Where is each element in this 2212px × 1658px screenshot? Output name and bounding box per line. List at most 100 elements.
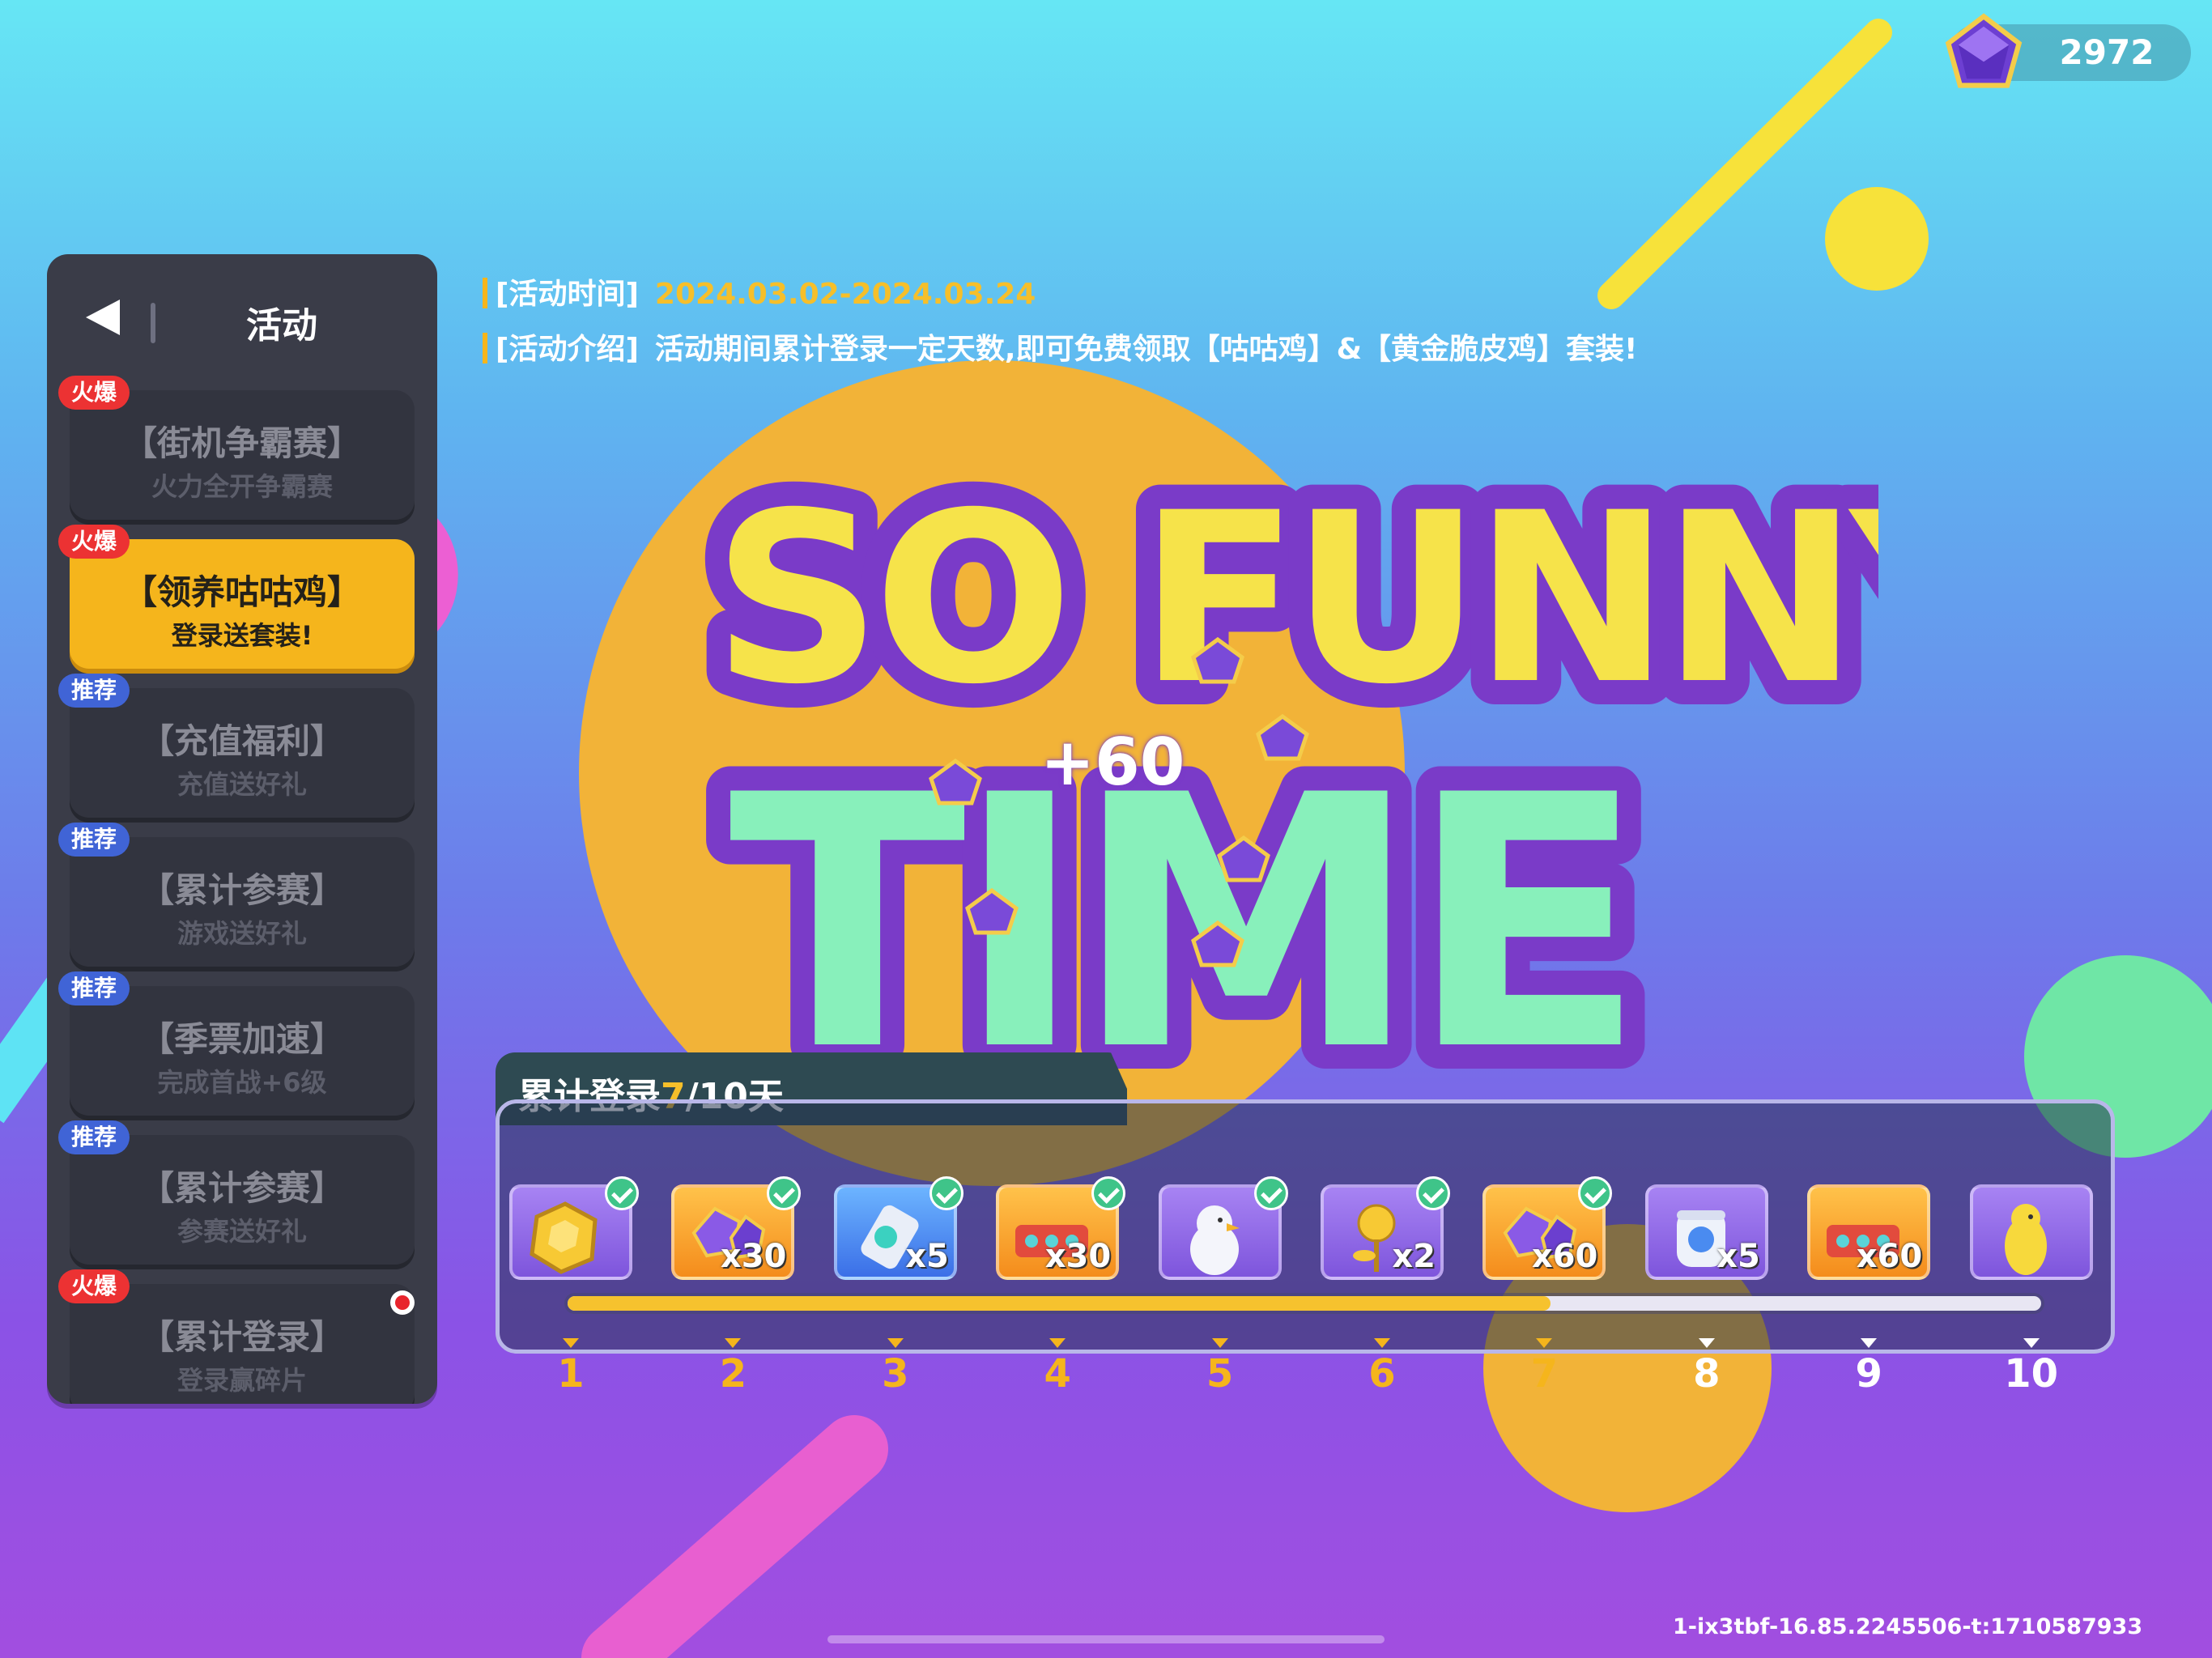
reward-quantity: x30 bbox=[1044, 1238, 1112, 1275]
marker-triangle bbox=[1374, 1338, 1390, 1348]
reward-popup-text: +60 bbox=[1040, 725, 1185, 800]
marker-triangle bbox=[725, 1338, 742, 1348]
claimed-check-icon bbox=[605, 1176, 639, 1210]
purple-gem-icon bbox=[1945, 13, 2023, 88]
golden-chicken-icon bbox=[2004, 1204, 2047, 1275]
reward-quantity: x2 bbox=[1392, 1238, 1436, 1275]
reward-card-day-2[interactable]: x30 bbox=[671, 1176, 802, 1280]
white-chicken-icon bbox=[1189, 1205, 1240, 1275]
item-title: 【季票加速】 bbox=[139, 1019, 344, 1059]
day-number: 7 bbox=[1530, 1351, 1559, 1397]
reward-card-day-8[interactable]: x5 bbox=[1644, 1184, 1768, 1280]
currency-amount: 2972 bbox=[2059, 32, 2155, 72]
reward-card-day-1[interactable] bbox=[509, 1176, 639, 1280]
day-marker-2: 2 bbox=[700, 1338, 765, 1397]
sidebar-item-3[interactable]: 推荐 【累计参赛】 游戏送好礼 bbox=[58, 823, 415, 971]
home-indicator[interactable] bbox=[827, 1635, 1385, 1643]
item-subtitle: 参赛送好礼 bbox=[177, 1216, 307, 1247]
marker-triangle bbox=[1861, 1338, 1878, 1348]
currency-display[interactable]: 2972 bbox=[1945, 13, 2191, 88]
claimed-check-icon bbox=[1416, 1176, 1450, 1210]
day-number: 10 bbox=[2004, 1351, 2058, 1397]
reward-quantity: x30 bbox=[720, 1238, 787, 1275]
pink-streak bbox=[581, 1415, 888, 1658]
marker-triangle bbox=[563, 1338, 579, 1348]
reward-card-day-7[interactable]: x60 bbox=[1482, 1176, 1613, 1280]
day-marker-4: 4 bbox=[1025, 1338, 1090, 1397]
claimed-check-icon bbox=[1578, 1176, 1613, 1210]
marker-triangle bbox=[1211, 1338, 1228, 1348]
day-number: 8 bbox=[1693, 1351, 1721, 1397]
item-title: 【累计参赛】 bbox=[139, 1168, 344, 1208]
item-subtitle: 充值送好礼 bbox=[177, 769, 307, 800]
sidebar-item-2[interactable]: 推荐 【充值福利】 充值送好礼 bbox=[58, 674, 415, 823]
day-number: 5 bbox=[1206, 1351, 1234, 1397]
item-title: 【街机争霸赛】 bbox=[122, 423, 361, 463]
sidebar-item-6[interactable]: 火爆 【累计登录】 登录赢碎片 bbox=[58, 1269, 415, 1404]
sidebar-header: 活动 bbox=[47, 254, 437, 374]
reward-card-day-10[interactable] bbox=[1969, 1184, 2093, 1280]
reward-quantity: x5 bbox=[905, 1238, 949, 1275]
item-badge: 火爆 bbox=[58, 1269, 130, 1303]
panel-body: x30 x5 x30 x2 x60 x5 x60 1 2 3 4 5 6 7 8 9 10 bbox=[496, 1099, 2115, 1397]
reward-quantity: x5 bbox=[1716, 1238, 1760, 1275]
marker-triangle bbox=[1536, 1338, 1553, 1348]
pink-arc bbox=[437, 518, 458, 631]
item-badge: 推荐 bbox=[58, 1120, 130, 1154]
reward-quantity: x60 bbox=[1531, 1238, 1598, 1275]
sidebar-item-0[interactable]: 火爆【街机争霸赛】火力全开争霸赛 bbox=[58, 376, 415, 525]
small-yellow-circle bbox=[1825, 187, 1929, 291]
reward-card-day-6[interactable]: x2 bbox=[1321, 1176, 1450, 1280]
item-badge: 推荐 bbox=[58, 674, 130, 708]
reward-card-day-3[interactable]: x5 bbox=[833, 1176, 963, 1280]
marker-triangle bbox=[1049, 1338, 1066, 1348]
progress-fill bbox=[568, 1296, 1551, 1311]
banner-line1: SO FUNNY bbox=[713, 463, 1878, 736]
reward-card-day-4[interactable]: x30 bbox=[996, 1176, 1126, 1280]
item-badge: 推荐 bbox=[58, 823, 130, 857]
item-badge: 火爆 bbox=[58, 525, 130, 559]
item-badge: 火爆 bbox=[58, 376, 130, 410]
day-marker-5: 5 bbox=[1188, 1338, 1253, 1397]
event-time-line: [活动时间] 2024.03.02-2024.03.24 bbox=[483, 270, 1036, 311]
game-screen: 2972 活动 火爆 【街机争霸赛】 火力全开争霸赛 火爆 【领养咕咕鸡】 登录送套装! 推… bbox=[0, 0, 2212, 1658]
marker-triangle bbox=[887, 1338, 904, 1348]
so-funny-time-banner: SO FUNNY SO FUNNY TIME TIME bbox=[688, 439, 1878, 1133]
notification-dot bbox=[390, 1290, 415, 1315]
day-number: 1 bbox=[557, 1351, 585, 1397]
day-marker-9: 9 bbox=[1836, 1338, 1901, 1397]
claimed-check-icon bbox=[1253, 1176, 1288, 1210]
header-divider bbox=[151, 303, 155, 343]
sidebar-item-4[interactable]: 推荐 【季票加速】完成首战+6级 bbox=[58, 971, 415, 1120]
sidebar-item-1[interactable]: 火爆 【领养咕咕鸡】 登录送套装! bbox=[58, 525, 415, 674]
day-number: 4 bbox=[1044, 1351, 1071, 1397]
event-intro-line: [活动介绍] 活动期间累计登录一定天数,即可免费领取【咕咕鸡】&【黄金脆皮鸡】套装… bbox=[483, 325, 1637, 366]
event-time-label: [活动时间] bbox=[496, 278, 639, 311]
reward-card-day-5[interactable] bbox=[1158, 1176, 1288, 1280]
item-subtitle: 登录送套装! bbox=[171, 620, 313, 651]
claimed-check-icon bbox=[1091, 1176, 1126, 1210]
day-marker-3: 3 bbox=[863, 1338, 928, 1397]
accent-bar bbox=[483, 278, 487, 308]
day-marker-8: 8 bbox=[1674, 1338, 1739, 1397]
day-number: 2 bbox=[719, 1351, 747, 1397]
item-subtitle: 登录赢碎片 bbox=[177, 1365, 307, 1396]
day-number: 9 bbox=[1855, 1351, 1882, 1397]
item-subtitle: 完成首战+6级 bbox=[157, 1067, 327, 1098]
day-marker-7: 7 bbox=[1512, 1338, 1576, 1397]
progress-track bbox=[568, 1296, 2041, 1311]
gold-coin-icon bbox=[530, 1201, 598, 1274]
day-number: 6 bbox=[1368, 1351, 1396, 1397]
day-marker-1: 1 bbox=[538, 1338, 603, 1397]
reward-card-day-9[interactable]: x60 bbox=[1807, 1184, 1931, 1280]
item-badge: 推荐 bbox=[58, 971, 130, 1005]
item-subtitle: 火力全开争霸赛 bbox=[151, 471, 333, 502]
item-subtitle: 游戏送好礼 bbox=[177, 918, 307, 949]
build-info: 1-ix3tbf-16.85.2245506-t:1710587933 bbox=[1673, 1614, 2143, 1639]
sidebar-item-5[interactable]: 推荐 【累计参赛】参赛送好礼 bbox=[58, 1120, 415, 1269]
marker-triangle bbox=[2023, 1338, 2040, 1348]
back-arrow-icon[interactable] bbox=[79, 293, 128, 342]
reward-quantity: x60 bbox=[1856, 1238, 1923, 1275]
event-intro-value: 活动期间累计登录一定天数,即可免费领取【咕咕鸡】&【黄金脆皮鸡】套装! bbox=[654, 333, 1638, 366]
day-marker-10: 10 bbox=[1999, 1338, 2064, 1397]
